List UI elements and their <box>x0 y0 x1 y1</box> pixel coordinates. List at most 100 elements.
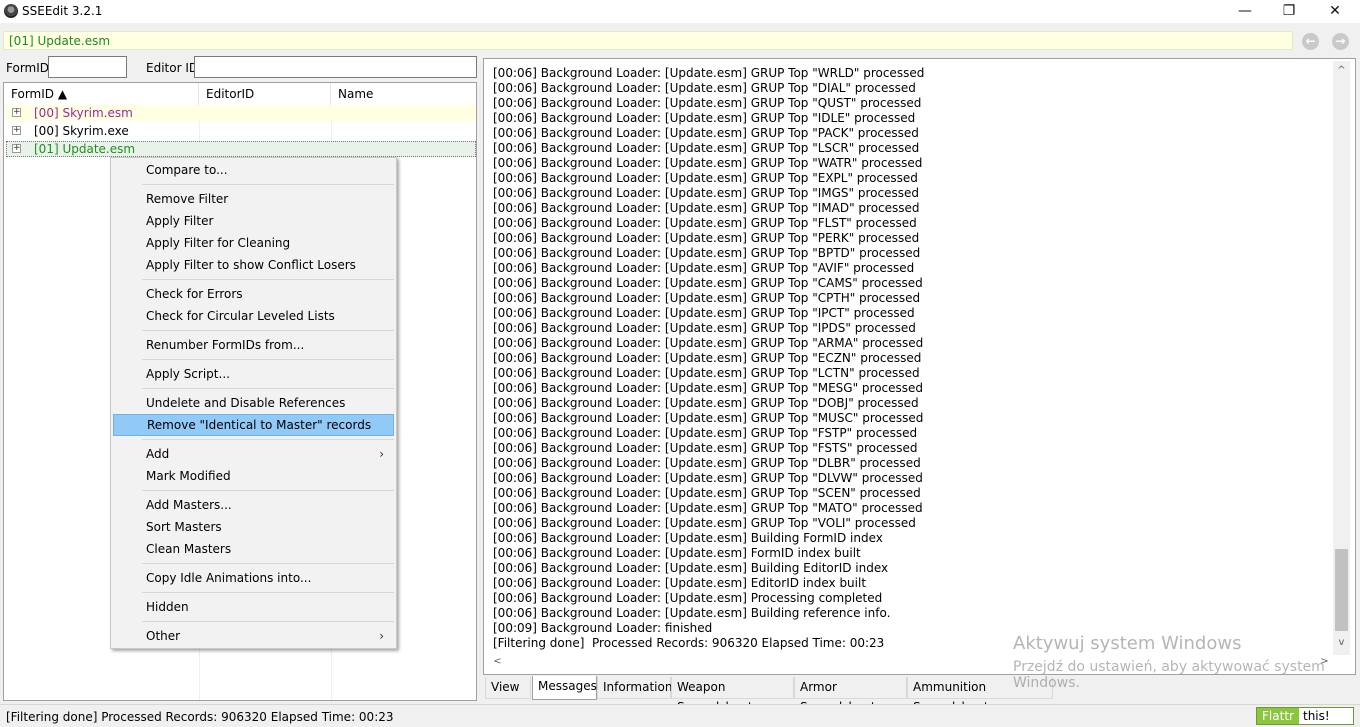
status-bar: [Filtering done] Processed Records: 9063… <box>0 704 1360 727</box>
log-line: [00:06] Background Loader: [Update.esm] … <box>493 531 883 545</box>
flattr-button[interactable]: Flattr this! <box>1256 707 1354 725</box>
log-line: [00:06] Background Loader: [Update.esm] … <box>493 216 917 230</box>
editorid-filter-label: Editor ID <box>146 61 199 75</box>
log-line: [00:06] Background Loader: [Update.esm] … <box>493 336 924 350</box>
menu-item-other[interactable]: Other › <box>113 625 394 647</box>
log-line: [00:06] Background Loader: [Update.esm] … <box>493 606 891 620</box>
tree-row-update-esm[interactable]: + [01] Update.esm <box>6 141 476 157</box>
scrollbar-thumb[interactable] <box>1335 549 1348 631</box>
menu-item-mark-modified[interactable]: Mark Modified <box>113 465 394 487</box>
menu-separator <box>142 490 394 491</box>
submenu-arrow-icon: › <box>379 629 384 643</box>
log-line: [00:06] Background Loader: [Update.esm] … <box>493 411 924 425</box>
log-line: [00:06] Background Loader: [Update.esm] … <box>493 441 918 455</box>
tab-weapon-spreadsheet[interactable]: Weapon Spreadsheet <box>671 677 794 714</box>
menu-item-label: Other <box>146 629 181 643</box>
back-icon[interactable]: ← <box>1302 33 1319 50</box>
column-header-editorid[interactable]: EditorID <box>199 83 331 105</box>
menu-item-sort-masters[interactable]: Sort Masters <box>113 516 394 538</box>
log-line: [00:06] Background Loader: [Update.esm] … <box>493 156 923 170</box>
scroll-up-icon[interactable]: ^ <box>1333 65 1350 76</box>
menu-item-add-masters[interactable]: Add Masters... <box>113 494 394 516</box>
menu-item-copy-idle-animations[interactable]: Copy Idle Animations into... <box>113 567 394 589</box>
vertical-scrollbar[interactable]: ^ v <box>1333 61 1350 655</box>
tab-view[interactable]: View <box>485 677 531 699</box>
log-line: [00:06] Background Loader: [Update.esm] … <box>493 126 919 140</box>
expand-icon[interactable]: + <box>12 144 21 153</box>
editorid-filter-input[interactable] <box>194 56 477 78</box>
menu-item-clean-masters[interactable]: Clean Masters <box>113 538 394 560</box>
log-line: [00:06] Background Loader: [Update.esm] … <box>493 321 916 335</box>
app-icon <box>4 4 18 18</box>
menu-item-apply-filter-conflict-losers[interactable]: Apply Filter to show Conflict Losers <box>113 254 394 276</box>
log-line: [00:06] Background Loader: [Update.esm] … <box>493 456 921 470</box>
tree-row-skyrim-esm[interactable]: + [00] Skyrim.esm <box>6 105 476 121</box>
tree-row-label: [00] Skyrim.esm <box>34 106 133 120</box>
menu-item-apply-filter-cleaning[interactable]: Apply Filter for Cleaning <box>113 232 394 254</box>
formid-filter-label: FormID <box>6 61 50 75</box>
tab-armor-spreadsheet[interactable]: Armor Spreadsheet <box>794 677 907 714</box>
log-line: [00:06] Background Loader: [Update.esm] … <box>493 546 861 560</box>
log-line: [00:06] Background Loader: [Update.esm] … <box>493 351 922 365</box>
tree-row-skyrim-exe[interactable]: + [00] Skyrim.exe <box>6 123 476 139</box>
menu-separator <box>142 330 394 331</box>
menu-item-compare-to[interactable]: Compare to... <box>113 159 394 181</box>
menu-separator <box>142 621 394 622</box>
menu-separator <box>142 184 394 185</box>
menu-separator <box>142 592 394 593</box>
title-bar: SSEEdit 3.2.1 — ❐ ✕ <box>0 0 1360 23</box>
column-header-formid[interactable]: FormID ▲ <box>4 83 199 105</box>
tab-information[interactable]: Information <box>597 677 672 699</box>
forward-icon[interactable]: → <box>1332 33 1349 50</box>
tab-messages[interactable]: Messages <box>532 676 597 700</box>
log-line: [00:06] Background Loader: [Update.esm] … <box>493 396 919 410</box>
log-line: [00:06] Background Loader: [Update.esm] … <box>493 501 923 515</box>
scroll-left-icon[interactable]: < <box>489 656 506 667</box>
menu-item-undelete-disable-references[interactable]: Undelete and Disable References <box>113 392 394 414</box>
menu-item-apply-filter[interactable]: Apply Filter <box>113 210 394 232</box>
menu-item-apply-script[interactable]: Apply Script... <box>113 363 394 385</box>
windows-activation-watermark: Aktywuj system Windows Przejdź do ustawi… <box>1013 633 1360 691</box>
status-text: [Filtering done] Processed Records: 9063… <box>6 710 394 724</box>
column-header-name[interactable]: Name <box>331 83 476 105</box>
expand-icon[interactable]: + <box>12 126 21 135</box>
menu-item-renumber-formids[interactable]: Renumber FormIDs from... <box>113 334 394 356</box>
menu-item-check-circular-leveled-lists[interactable]: Check for Circular Leveled Lists <box>113 305 394 327</box>
flattr-label: Flattr <box>1257 708 1299 724</box>
menu-item-hidden[interactable]: Hidden <box>113 596 394 618</box>
log-line: [00:06] Background Loader: [Update.esm] … <box>493 276 923 290</box>
tree-row-label: [00] Skyrim.exe <box>34 124 129 138</box>
log-line: [00:06] Background Loader: [Update.esm] … <box>493 516 916 530</box>
menu-separator <box>142 279 394 280</box>
window-title: SSEEdit 3.2.1 <box>22 4 103 18</box>
formid-filter-input[interactable] <box>48 56 127 78</box>
menu-item-remove-filter[interactable]: Remove Filter <box>113 188 394 210</box>
menu-item-label: Add <box>146 447 170 461</box>
log-line: [00:06] Background Loader: [Update.esm] … <box>493 186 919 200</box>
minimize-button[interactable]: — <box>1222 0 1268 22</box>
log-line: [00:06] Background Loader: [Update.esm] … <box>493 381 924 395</box>
log-line: [00:06] Background Loader: [Update.esm] … <box>493 246 921 260</box>
menu-separator <box>142 439 394 440</box>
menu-item-check-errors[interactable]: Check for Errors <box>113 283 394 305</box>
maximize-button[interactable]: ❐ <box>1266 0 1312 22</box>
log-line: [00:06] Background Loader: [Update.esm] … <box>493 366 920 380</box>
log-line: [00:06] Background Loader: [Update.esm] … <box>493 231 920 245</box>
menu-item-remove-itm-records[interactable]: Remove "Identical to Master" records <box>113 414 394 436</box>
messages-panel[interactable]: [00:06] Background Loader: [Update.esm] … <box>483 58 1356 675</box>
path-bar: [01] Update.esm <box>3 31 1293 50</box>
log-line: [00:06] Background Loader: [Update.esm] … <box>493 201 920 215</box>
log-line: [00:06] Background Loader: [Update.esm] … <box>493 261 915 275</box>
menu-separator <box>142 359 394 360</box>
close-button[interactable]: ✕ <box>1312 0 1358 22</box>
watermark-title: Aktywuj system Windows <box>1013 633 1242 654</box>
menu-separator <box>142 563 394 564</box>
log-line: [00:06] Background Loader: [Update.esm] … <box>493 96 922 110</box>
log-line: [00:06] Background Loader: [Update.esm] … <box>493 141 920 155</box>
log-line: [00:06] Background Loader: [Update.esm] … <box>493 171 918 185</box>
menu-item-add[interactable]: Add › <box>113 443 394 465</box>
log-line: [Filtering done] Processed Records: 9063… <box>493 636 885 650</box>
bottom-tab-bar: View Messages Information Weapon Spreads… <box>483 676 1058 714</box>
log-line: [00:06] Background Loader: [Update.esm] … <box>493 81 916 95</box>
expand-icon[interactable]: + <box>12 108 21 117</box>
